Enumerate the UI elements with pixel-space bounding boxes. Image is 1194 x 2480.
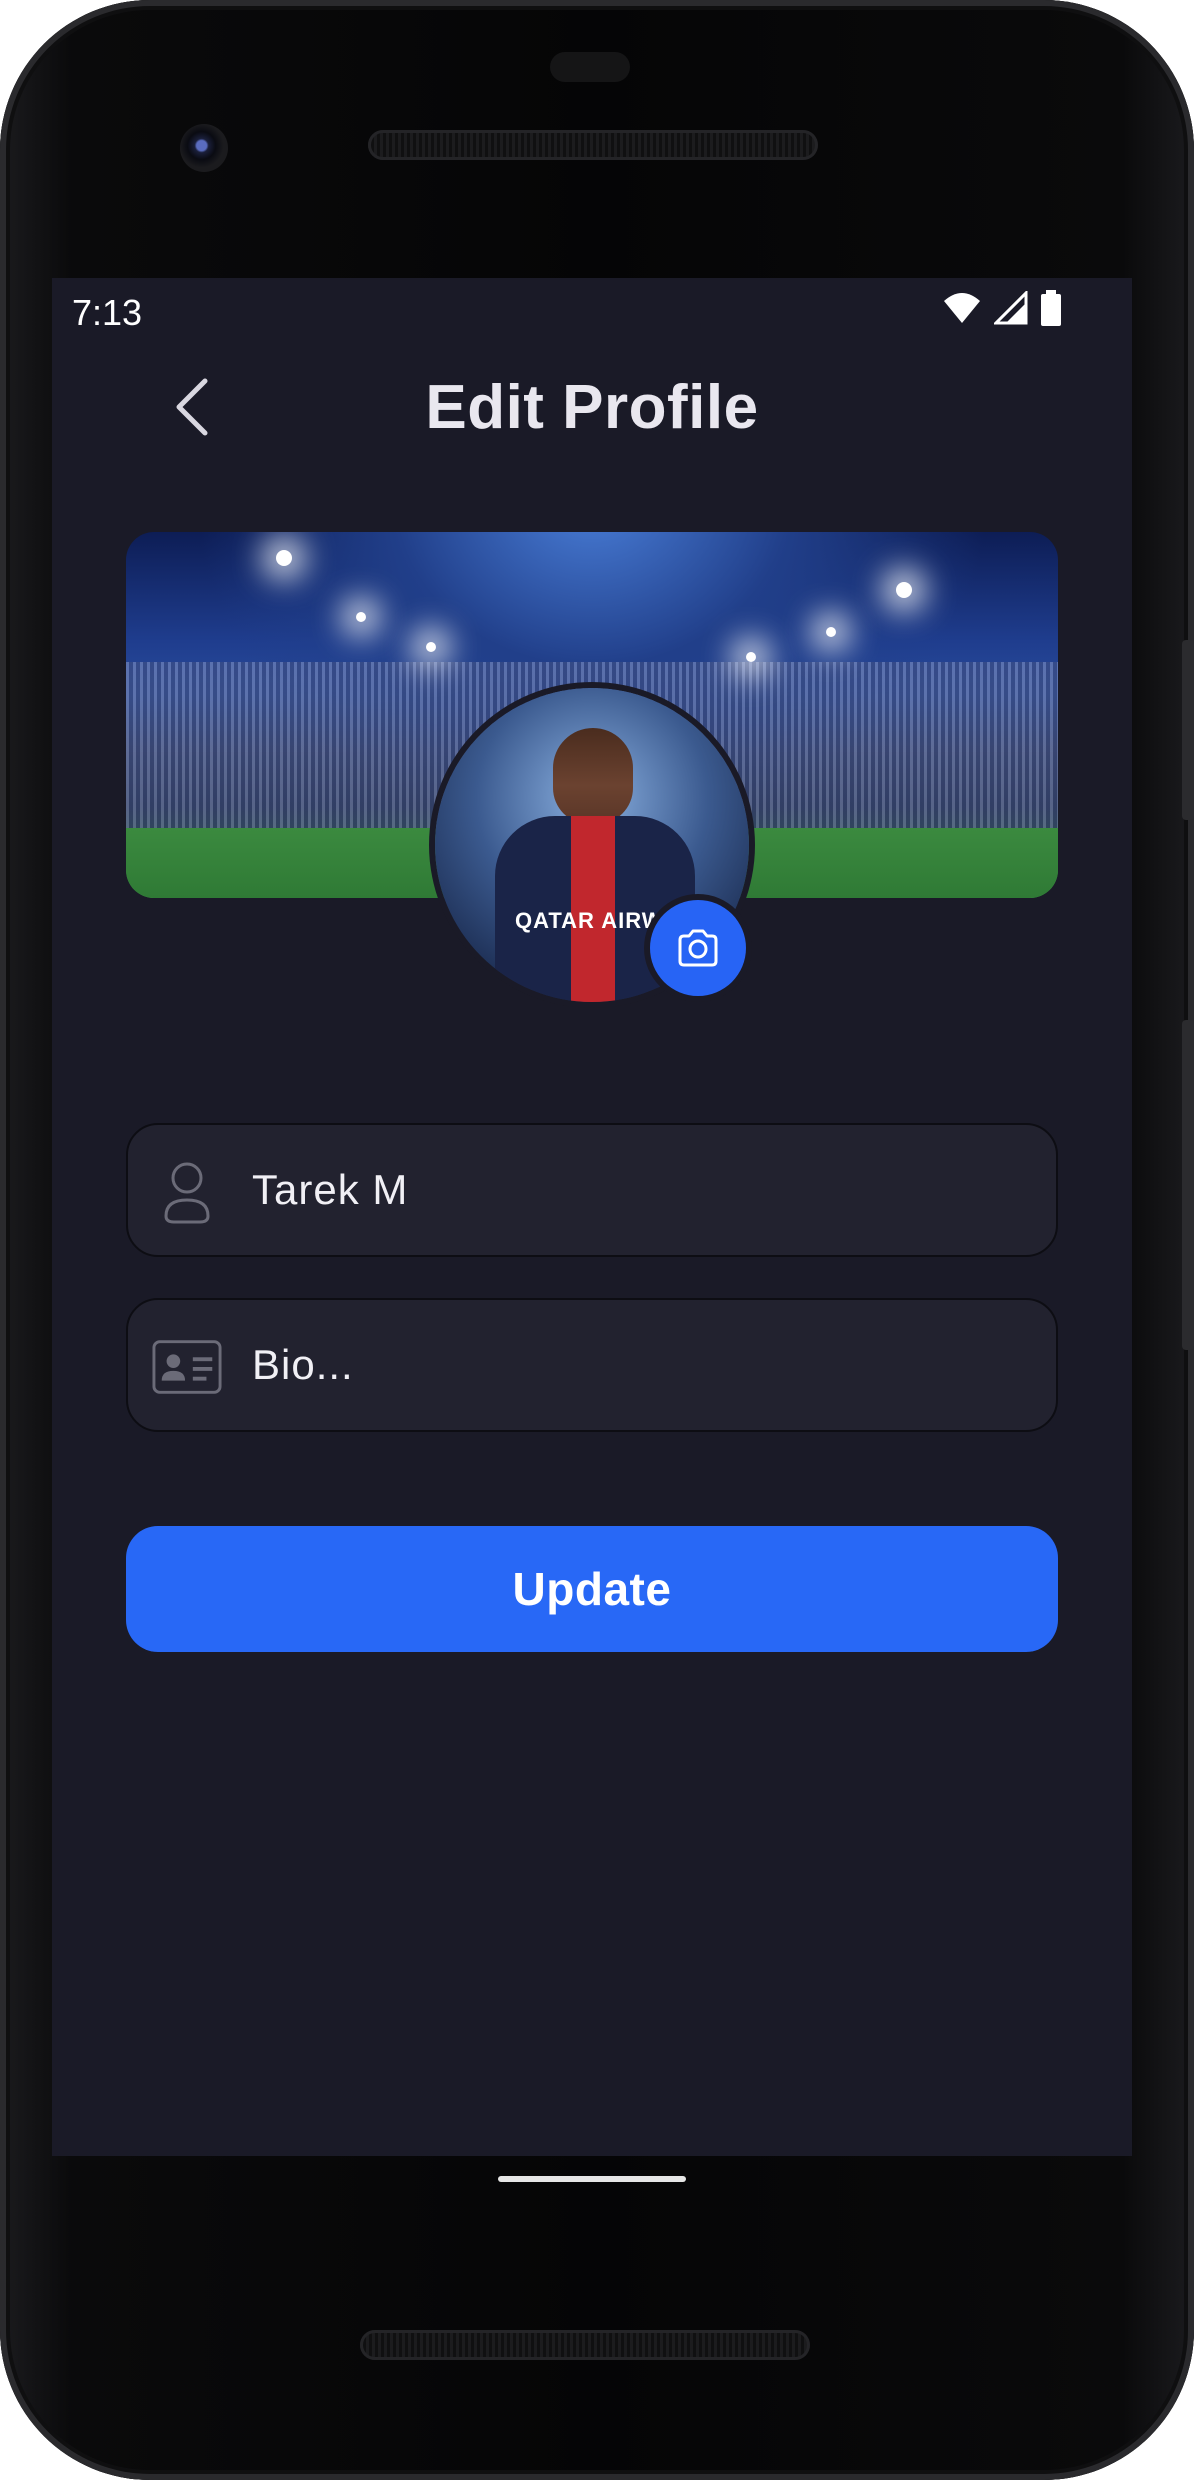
status-time: 7:13: [72, 292, 143, 333]
status-icons: [942, 290, 1062, 326]
app-header: Edit Profile: [52, 348, 1132, 468]
page-title: Edit Profile: [425, 373, 759, 442]
volume-button: [1182, 640, 1194, 820]
bio-field[interactable]: [126, 1298, 1058, 1432]
person-icon: [152, 1157, 222, 1227]
stadium-light: [356, 612, 366, 622]
earpiece: [550, 52, 630, 82]
bottom-speaker-grille: [360, 2330, 810, 2360]
update-button[interactable]: Update: [126, 1526, 1058, 1652]
id-card-icon: [152, 1332, 222, 1402]
phone-frame: 7:13 Edit Profile QATAR AIRWAYS Tarek M …: [0, 0, 1194, 2480]
bio-input[interactable]: [252, 1300, 1032, 1430]
top-speaker-grille: [368, 130, 818, 160]
name-input[interactable]: [252, 1125, 1032, 1255]
stadium-light: [826, 627, 836, 637]
power-button: [1182, 1020, 1194, 1350]
front-camera: [180, 124, 228, 172]
app-screen: 7:13 Edit Profile QATAR AIRWAYS Tarek M …: [52, 278, 1132, 2156]
battery-icon: [1041, 290, 1061, 326]
stadium-light: [276, 550, 292, 566]
stadium-light: [426, 642, 436, 652]
cell-signal-icon: [994, 291, 1028, 325]
camera-icon: [678, 929, 718, 967]
name-field[interactable]: [126, 1123, 1058, 1257]
home-indicator[interactable]: [498, 2176, 686, 2182]
avatar-head: [553, 728, 633, 824]
wifi-icon: [944, 293, 980, 323]
stadium-light: [746, 652, 756, 662]
status-bar: 7:13: [52, 278, 1132, 348]
stadium-light: [896, 582, 912, 598]
change-photo-button[interactable]: [650, 900, 746, 996]
